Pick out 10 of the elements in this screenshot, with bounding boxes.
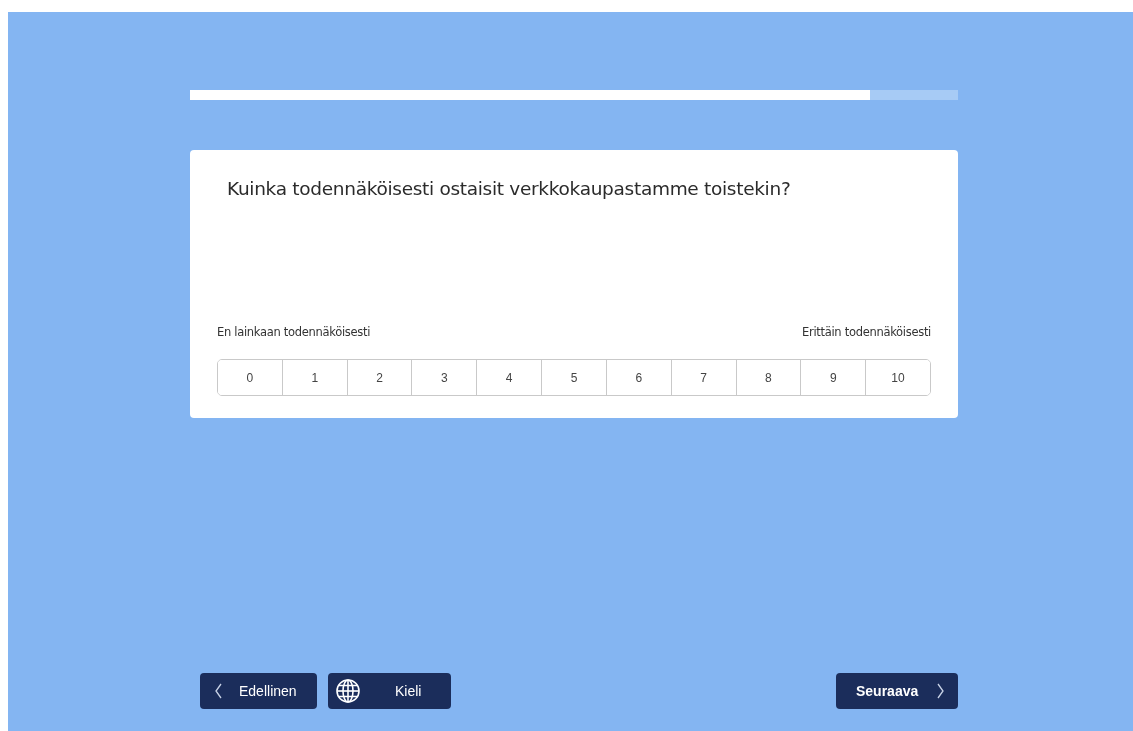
globe-icon (335, 678, 361, 704)
chevron-right-icon (936, 683, 946, 699)
next-button[interactable]: Seuraava (836, 673, 958, 709)
scale-high-label: Erittäin todennäköisesti (802, 325, 931, 339)
question-text: Kuinka todennäköisesti ostaisit verkkokaupastamme toistekin? (227, 178, 792, 199)
chevron-left-icon (214, 683, 223, 699)
language-button[interactable]: Kieli (328, 673, 451, 709)
back-button[interactable]: Edellinen (200, 673, 317, 709)
scale-option[interactable]: 10 (865, 360, 930, 395)
scale-low-label: En lainkaan todennäköisesti (217, 325, 371, 339)
